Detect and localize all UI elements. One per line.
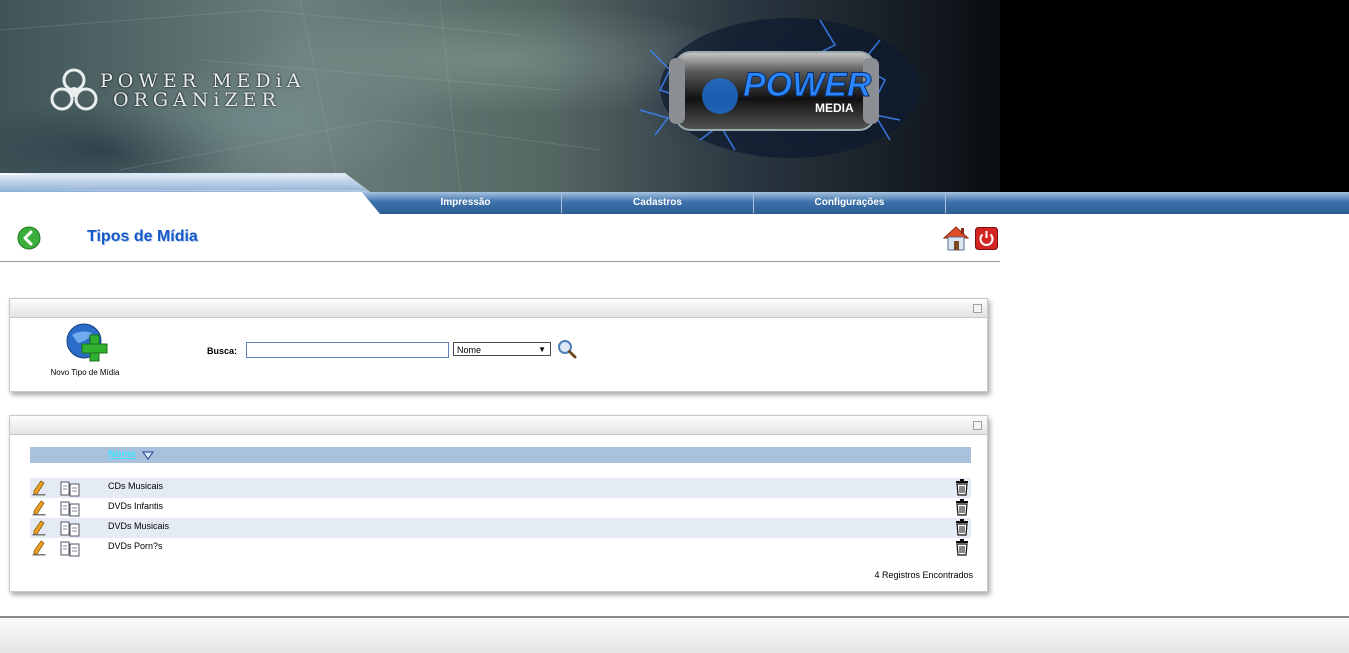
logo-line-2: ORGANiZER xyxy=(113,89,281,111)
new-media-type-label[interactable]: Novo Tipo de Mídia xyxy=(10,368,160,377)
media-type-name: CDs Musicais xyxy=(108,481,164,491)
delete-icon[interactable] xyxy=(955,499,969,516)
nav-item-cadastros[interactable]: Cadastros xyxy=(562,193,754,213)
new-media-type-icon[interactable] xyxy=(62,321,112,367)
search-input[interactable] xyxy=(246,342,449,358)
app-logo-text: POWER MEDiA ORGANiZER xyxy=(100,72,305,110)
biohazard-icon xyxy=(50,68,98,111)
table-row: DVDs Infantis xyxy=(30,498,971,518)
delete-icon[interactable] xyxy=(955,519,969,536)
details-icon[interactable] xyxy=(60,541,80,557)
dropdown-arrow-icon: ▼ xyxy=(538,345,546,354)
table-row: CDs Musicais xyxy=(30,478,971,498)
details-icon[interactable] xyxy=(60,521,80,537)
edit-icon[interactable] xyxy=(32,480,46,496)
edit-icon[interactable] xyxy=(32,500,46,516)
media-type-name: DVDs Musicais xyxy=(108,521,170,531)
sort-down-icon[interactable] xyxy=(142,451,154,460)
search-field-value: Nome xyxy=(457,345,482,355)
minimize-icon[interactable] xyxy=(973,421,982,430)
power-media-can-logo: POWER MEDIA xyxy=(669,51,879,131)
table-header: Nome xyxy=(30,447,971,463)
delete-icon[interactable] xyxy=(955,479,969,496)
edit-icon[interactable] xyxy=(32,540,46,556)
footer xyxy=(0,618,1349,653)
title-divider xyxy=(0,261,1000,262)
edit-icon[interactable] xyxy=(32,520,46,536)
nav-item-impressao[interactable]: Impressão xyxy=(370,193,562,213)
media-type-name: DVDs Porn?s xyxy=(108,541,163,551)
can-brand-text: POWER xyxy=(743,66,872,104)
search-field-select[interactable]: Nome ▼ xyxy=(453,342,551,356)
search-icon[interactable] xyxy=(557,339,577,359)
table-row: DVDs Musicais xyxy=(30,518,971,538)
details-icon[interactable] xyxy=(60,501,80,517)
search-label: Busca: xyxy=(207,346,238,356)
records-count: 4 Registros Encontrados xyxy=(874,570,973,580)
table-row: DVDs Porn?s xyxy=(30,538,971,558)
results-panel: Nome CDs Musicais DVDs Infantis DVDs Mus… xyxy=(9,415,988,592)
power-off-icon[interactable] xyxy=(975,227,998,250)
details-icon[interactable] xyxy=(60,481,80,497)
panel-header xyxy=(10,299,987,318)
search-panel: Novo Tipo de Mídia Busca: Nome ▼ xyxy=(9,298,988,392)
page-title: Tipos de Mídia xyxy=(87,228,198,245)
nav-item-configuracoes[interactable]: Configurações xyxy=(754,193,946,213)
delete-icon[interactable] xyxy=(955,539,969,556)
nav-tabs: Impressão Cadastros Configurações xyxy=(370,193,946,213)
panel-header xyxy=(10,416,987,435)
can-sub-text: MEDIA xyxy=(815,101,854,115)
back-arrow-icon[interactable] xyxy=(17,226,41,250)
minimize-icon[interactable] xyxy=(973,304,982,313)
column-header-nome[interactable]: Nome xyxy=(108,449,136,460)
media-type-name: DVDs Infantis xyxy=(108,501,164,511)
home-icon[interactable] xyxy=(942,224,970,252)
